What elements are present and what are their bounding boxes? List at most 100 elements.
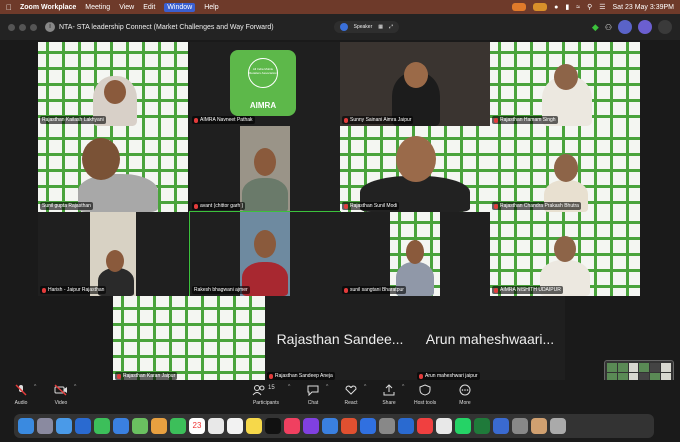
chat-button[interactable]: Chat [306,384,320,406]
numbers-icon[interactable] [341,418,357,434]
video-tile[interactable]: Rajasthan Hamam Singh [490,42,640,126]
screen-share-icon[interactable] [533,3,548,11]
mic-muted-icon [344,287,348,293]
datetime[interactable]: Sat 23 May 3:39PM [613,4,674,11]
people-icon[interactable]: ⚇ [605,23,612,32]
zoom-app-icon[interactable] [398,418,414,434]
participant-name-label: Rajasthan Hamam Singh [492,116,558,124]
chrome-icon[interactable] [493,418,509,434]
contacts-icon[interactable] [208,418,224,434]
audio-button[interactable]: Audio [14,384,28,406]
excel-icon[interactable] [474,418,490,434]
video-tile[interactable]: AIMRA NISHITH UDAIPUR [490,212,640,296]
battery-icon[interactable]: ▮ [565,3,569,11]
more-button[interactable]: More [458,384,472,406]
menu-help[interactable]: Help [204,4,218,11]
messages-icon[interactable] [94,418,110,434]
facetime-icon[interactable] [170,418,186,434]
video-tile[interactable]: Harish - Jaipur Rajasthan [38,212,188,296]
wifi-icon[interactable]: ≈ [576,4,580,11]
video-options-caret[interactable]: ^ [74,384,76,390]
video-tile[interactable]: All India Mobile Retailers Association A… [190,42,340,126]
grid-view-icon[interactable]: ▦ [378,24,383,30]
podcasts-icon[interactable] [303,418,319,434]
participants-options-caret[interactable]: ^ [288,384,290,390]
participants-button[interactable]: 15 Participants [252,384,280,406]
trash-icon[interactable] [550,418,566,434]
audio-options-caret[interactable]: ^ [34,384,36,390]
video-tile[interactable]: Sunny Sainani Aimra Jaipur [340,42,490,126]
react-button[interactable]: React [344,384,358,406]
app-store-icon[interactable] [322,418,338,434]
search-icon[interactable]: ⚲ [587,3,592,11]
recording-icon[interactable] [512,3,527,11]
participant-head [396,136,436,182]
video-tile[interactable]: Rajasthan Karan Jaipur [113,296,265,382]
downloads-folder-icon[interactable] [531,418,547,434]
user-menu-icon[interactable] [658,20,672,34]
calendar-icon[interactable]: 23 [189,418,205,434]
video-button[interactable]: Video [54,384,68,406]
participant-name-label: Sunil gupta Rajasthan [40,202,93,210]
share-options-caret[interactable]: ^ [402,384,404,390]
video-tile[interactable]: Rajasthan Sunil Modi [340,126,490,212]
notes-icon[interactable] [246,418,262,434]
mail-icon[interactable] [113,418,129,434]
close-window-icon[interactable] [8,23,15,31]
music-icon[interactable] [284,418,300,434]
maps-icon[interactable] [132,418,148,434]
zoom-dock-icon[interactable] [75,418,91,434]
ai-companion-icon[interactable] [618,20,632,34]
menu-edit[interactable]: Edit [143,4,155,11]
participant-head [254,230,276,258]
video-tile[interactable]: sunil sangtani Bharatpur [340,212,490,296]
participant-name-label: Harish - Jaipur Rajasthan [40,286,107,294]
video-tile[interactable]: Rajasthan Kailash Lakhyani [38,42,188,126]
zoom-window-icon[interactable] [30,23,37,31]
security-shield-icon[interactable]: ◆ [592,22,599,33]
finder-icon[interactable] [18,418,34,434]
chat-options-caret[interactable]: ^ [326,384,328,390]
video-tile[interactable]: Rajasthan Sandee... Rajasthan Sandeep An… [265,296,415,382]
video-tile[interactable]: Rajasthan Chandra Prakash Bhutra [490,126,640,212]
safari-icon[interactable] [56,418,72,434]
whatsapp-icon[interactable] [455,418,471,434]
menubar-status-area: ● ▮ ≈ ⚲ ☰ Sat 23 May 3:39PM [512,3,674,11]
participant-head [82,138,120,180]
mic-muted-icon [194,117,198,123]
reminders-icon[interactable] [227,418,243,434]
video-tile[interactable]: Sunil gupta Rajasthan [38,126,188,212]
minimize-window-icon[interactable] [19,23,26,31]
video-tile[interactable]: Arun maheshwaari... Arun maheshwari jaip… [415,296,565,382]
system-settings-icon[interactable] [379,418,395,434]
view-label: Speaker [353,24,373,30]
tv-icon[interactable] [265,418,281,434]
react-options-caret[interactable]: ^ [364,384,366,390]
textedit-icon[interactable] [436,418,452,434]
mic-muted-icon [344,203,348,209]
fullscreen-icon[interactable]: ⤢ [389,24,393,30]
keynote-icon[interactable] [360,418,376,434]
host-tools-button[interactable]: Host tools [414,384,436,406]
acrobat-icon[interactable] [417,418,433,434]
bluetooth-icon[interactable]: ● [554,4,558,11]
meeting-info-icon[interactable]: i [45,22,55,32]
active-speaker-tile[interactable]: Rakesh bhagwani ajmer [189,211,341,297]
sparkle-icon[interactable] [638,20,652,34]
menu-meeting[interactable]: Meeting [85,4,110,11]
view-switcher[interactable]: Speaker ▦ ⤢ [333,21,399,33]
window-titlebar: i NTA- STA leadership Connect (Market Ch… [0,14,680,40]
apple-icon[interactable]:  [6,3,12,12]
participant-name-label: Rajasthan Sandeep Aneja [267,372,335,380]
launchpad-icon[interactable] [37,418,53,434]
camera-off-icon [54,384,68,396]
control-center-icon[interactable]: ☰ [599,3,605,11]
photos-icon[interactable] [151,418,167,434]
menu-window[interactable]: Window [164,2,196,12]
menu-view[interactable]: View [119,4,134,11]
menu-app-name[interactable]: Zoom Workplace [20,4,76,11]
participant-name-label: AIMRA Navneet Pathak [192,116,255,124]
share-button[interactable]: Share [382,384,396,406]
video-tile[interactable]: avant (chittor garh ) [190,126,340,212]
calculator-icon[interactable] [512,418,528,434]
